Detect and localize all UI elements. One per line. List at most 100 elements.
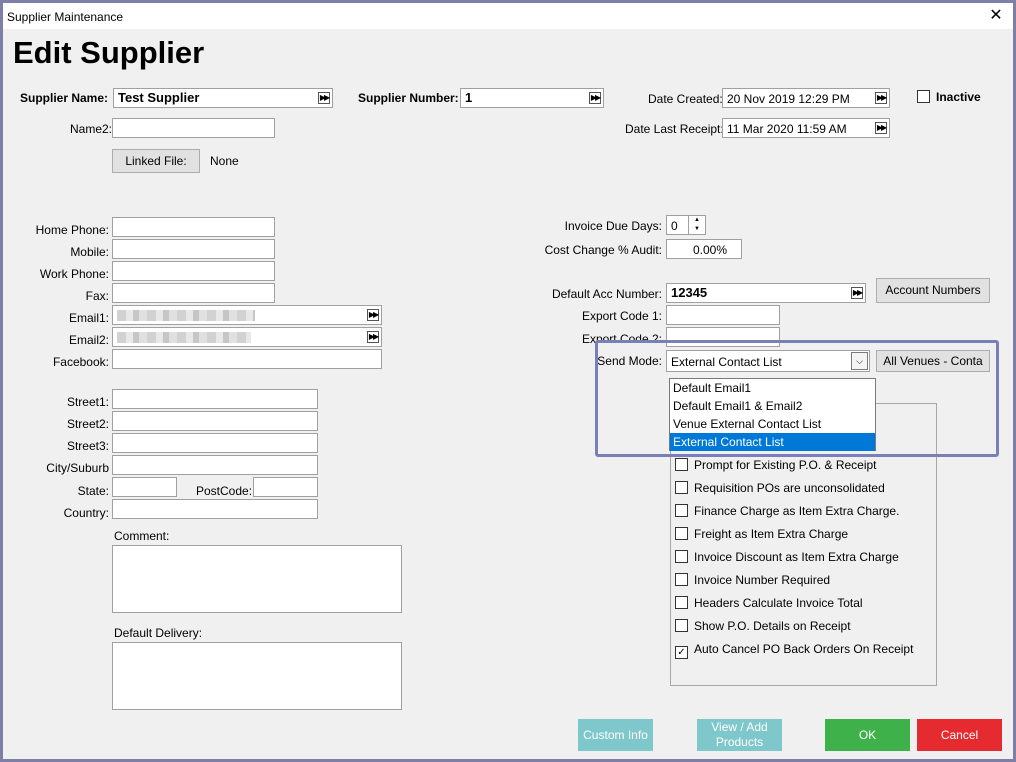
cost-change-audit-field[interactable]: 0.00% bbox=[666, 239, 742, 259]
view-add-products-line2: Products bbox=[715, 735, 764, 749]
option-checkbox-row[interactable]: Invoice Discount as Item Extra Charge bbox=[675, 550, 899, 564]
checkbox-icon[interactable] bbox=[675, 527, 688, 540]
state-label: State: bbox=[77, 484, 109, 498]
date-created-label: Date Created: bbox=[648, 92, 723, 106]
custom-info-button[interactable]: Custom Info bbox=[578, 719, 653, 751]
linked-file-value: None bbox=[210, 154, 239, 168]
option-label: Prompt for Existing P.O. & Receipt bbox=[694, 458, 877, 472]
street2-label: Street2: bbox=[66, 417, 109, 431]
supplier-number-field[interactable]: 1 ▶▶ bbox=[460, 88, 604, 108]
default-delivery-field[interactable] bbox=[112, 642, 402, 710]
street3-field[interactable] bbox=[112, 433, 318, 453]
default-acc-number-field[interactable]: 12345 ▶▶ bbox=[666, 283, 866, 303]
name2-label: Name2: bbox=[70, 122, 113, 136]
checkbox-icon[interactable] bbox=[675, 573, 688, 586]
redacted-email bbox=[117, 332, 251, 343]
state-field[interactable] bbox=[112, 477, 177, 497]
checkbox-icon[interactable] bbox=[675, 550, 688, 563]
ok-button[interactable]: OK bbox=[825, 719, 910, 751]
view-add-products-button[interactable]: View / Add Products bbox=[697, 719, 782, 751]
checkbox-icon[interactable] bbox=[675, 458, 688, 471]
checkbox-icon[interactable] bbox=[675, 504, 688, 517]
checkbox-icon[interactable] bbox=[675, 481, 688, 494]
home-phone-field[interactable] bbox=[112, 217, 275, 237]
option-label: Invoice Discount as Item Extra Charge bbox=[694, 550, 899, 564]
default-acc-number-label: Default Acc Number: bbox=[551, 287, 662, 301]
date-created-value: 20 Nov 2019 12:29 PM bbox=[727, 92, 850, 106]
email1-field[interactable]: ▶▶ bbox=[112, 305, 382, 325]
option-checkbox-row[interactable]: Prompt for Existing P.O. & Receipt bbox=[675, 458, 877, 472]
spinner-buttons[interactable]: ▲ ▼ bbox=[688, 216, 705, 234]
street2-field[interactable] bbox=[112, 411, 318, 431]
fast-forward-icon[interactable]: ▶▶ bbox=[589, 92, 601, 104]
invoice-due-days-stepper[interactable]: 0 ▲ ▼ bbox=[666, 215, 706, 235]
option-checkbox-row[interactable]: Show P.O. Details on Receipt bbox=[675, 619, 851, 633]
view-add-products-line1: View / Add bbox=[711, 720, 768, 734]
page-title: Edit Supplier bbox=[13, 35, 205, 70]
checked-checkbox-icon[interactable]: ✓ bbox=[675, 646, 688, 659]
checkbox-icon[interactable] bbox=[917, 90, 930, 103]
close-icon[interactable]: ✕ bbox=[985, 6, 1007, 26]
option-checkbox-row[interactable]: Finance Charge as Item Extra Charge. bbox=[675, 504, 899, 518]
facebook-field[interactable] bbox=[112, 349, 382, 369]
mobile-field[interactable] bbox=[112, 239, 275, 259]
date-last-receipt-value: 11 Mar 2020 11:59 AM bbox=[727, 122, 847, 136]
cost-change-audit-value: 0.00% bbox=[692, 243, 727, 257]
redacted-email bbox=[117, 310, 255, 321]
option-checkbox-row[interactable]: ✓ Auto Cancel PO Back Orders On Receipt bbox=[675, 642, 913, 659]
email2-field[interactable]: ▶▶ bbox=[112, 327, 382, 347]
spin-down-icon[interactable]: ▼ bbox=[689, 225, 705, 234]
work-phone-label: Work Phone: bbox=[39, 267, 109, 281]
spin-up-icon[interactable]: ▲ bbox=[689, 216, 705, 225]
account-numbers-button[interactable]: Account Numbers bbox=[876, 278, 990, 303]
fast-forward-icon[interactable]: ▶▶ bbox=[318, 92, 330, 104]
export-code1-field[interactable] bbox=[666, 305, 780, 325]
work-phone-field[interactable] bbox=[112, 261, 275, 281]
home-phone-label: Home Phone: bbox=[35, 223, 109, 237]
city-label: City/Suburb bbox=[46, 461, 109, 475]
supplier-name-value: Test Supplier bbox=[118, 90, 200, 105]
postcode-label: PostCode: bbox=[196, 484, 253, 498]
date-created-field[interactable]: 20 Nov 2019 12:29 PM ▶▶ bbox=[722, 88, 890, 108]
option-label: Invoice Number Required bbox=[694, 573, 831, 587]
option-label: Freight as Item Extra Charge bbox=[694, 527, 849, 541]
inactive-checkbox[interactable]: Inactive bbox=[917, 90, 981, 104]
cost-change-audit-label: Cost Change % Audit: bbox=[544, 243, 662, 257]
option-checkbox-row[interactable]: Invoice Number Required bbox=[675, 573, 830, 587]
street1-field[interactable] bbox=[112, 389, 318, 409]
city-field[interactable] bbox=[112, 455, 318, 475]
invoice-due-days-label: Invoice Due Days: bbox=[564, 219, 662, 233]
name2-field[interactable] bbox=[112, 118, 275, 138]
supplier-name-label: Supplier Name: bbox=[20, 91, 109, 105]
option-checkbox-row[interactable]: Freight as Item Extra Charge bbox=[675, 527, 848, 541]
fast-forward-icon[interactable]: ▶▶ bbox=[875, 122, 887, 134]
fax-label: Fax: bbox=[85, 289, 109, 303]
option-label: Show P.O. Details on Receipt bbox=[694, 619, 851, 633]
invoice-due-days-value: 0 bbox=[671, 219, 678, 233]
cancel-button[interactable]: Cancel bbox=[917, 719, 1002, 751]
option-label: Requisition POs are unconsolidated bbox=[694, 481, 885, 495]
window-title: Supplier Maintenance bbox=[7, 10, 124, 24]
fast-forward-icon[interactable]: ▶▶ bbox=[367, 331, 379, 343]
date-last-receipt-label: Date Last Receipt: bbox=[625, 122, 724, 136]
inactive-label: Inactive bbox=[936, 90, 981, 104]
option-label: Auto Cancel PO Back Orders On Receipt bbox=[694, 642, 914, 656]
fax-field[interactable] bbox=[112, 283, 275, 303]
comment-field[interactable] bbox=[112, 545, 402, 613]
checkbox-icon[interactable] bbox=[675, 619, 688, 632]
mobile-label: Mobile: bbox=[70, 245, 109, 259]
email1-label: Email1: bbox=[68, 311, 109, 325]
street1-label: Street1: bbox=[66, 395, 109, 409]
fast-forward-icon[interactable]: ▶▶ bbox=[875, 92, 887, 104]
country-field[interactable] bbox=[112, 499, 318, 519]
postcode-field[interactable] bbox=[253, 477, 318, 497]
option-checkbox-row[interactable]: Requisition POs are unconsolidated bbox=[675, 481, 885, 495]
option-checkbox-row[interactable]: Headers Calculate Invoice Total bbox=[675, 596, 863, 610]
checkbox-icon[interactable] bbox=[675, 596, 688, 609]
linked-file-button[interactable]: Linked File: bbox=[112, 149, 200, 173]
facebook-label: Facebook: bbox=[52, 355, 109, 369]
date-last-receipt-field[interactable]: 11 Mar 2020 11:59 AM ▶▶ bbox=[722, 118, 890, 138]
fast-forward-icon[interactable]: ▶▶ bbox=[851, 287, 863, 299]
fast-forward-icon[interactable]: ▶▶ bbox=[367, 309, 379, 321]
supplier-name-field[interactable]: Test Supplier ▶▶ bbox=[113, 88, 333, 108]
